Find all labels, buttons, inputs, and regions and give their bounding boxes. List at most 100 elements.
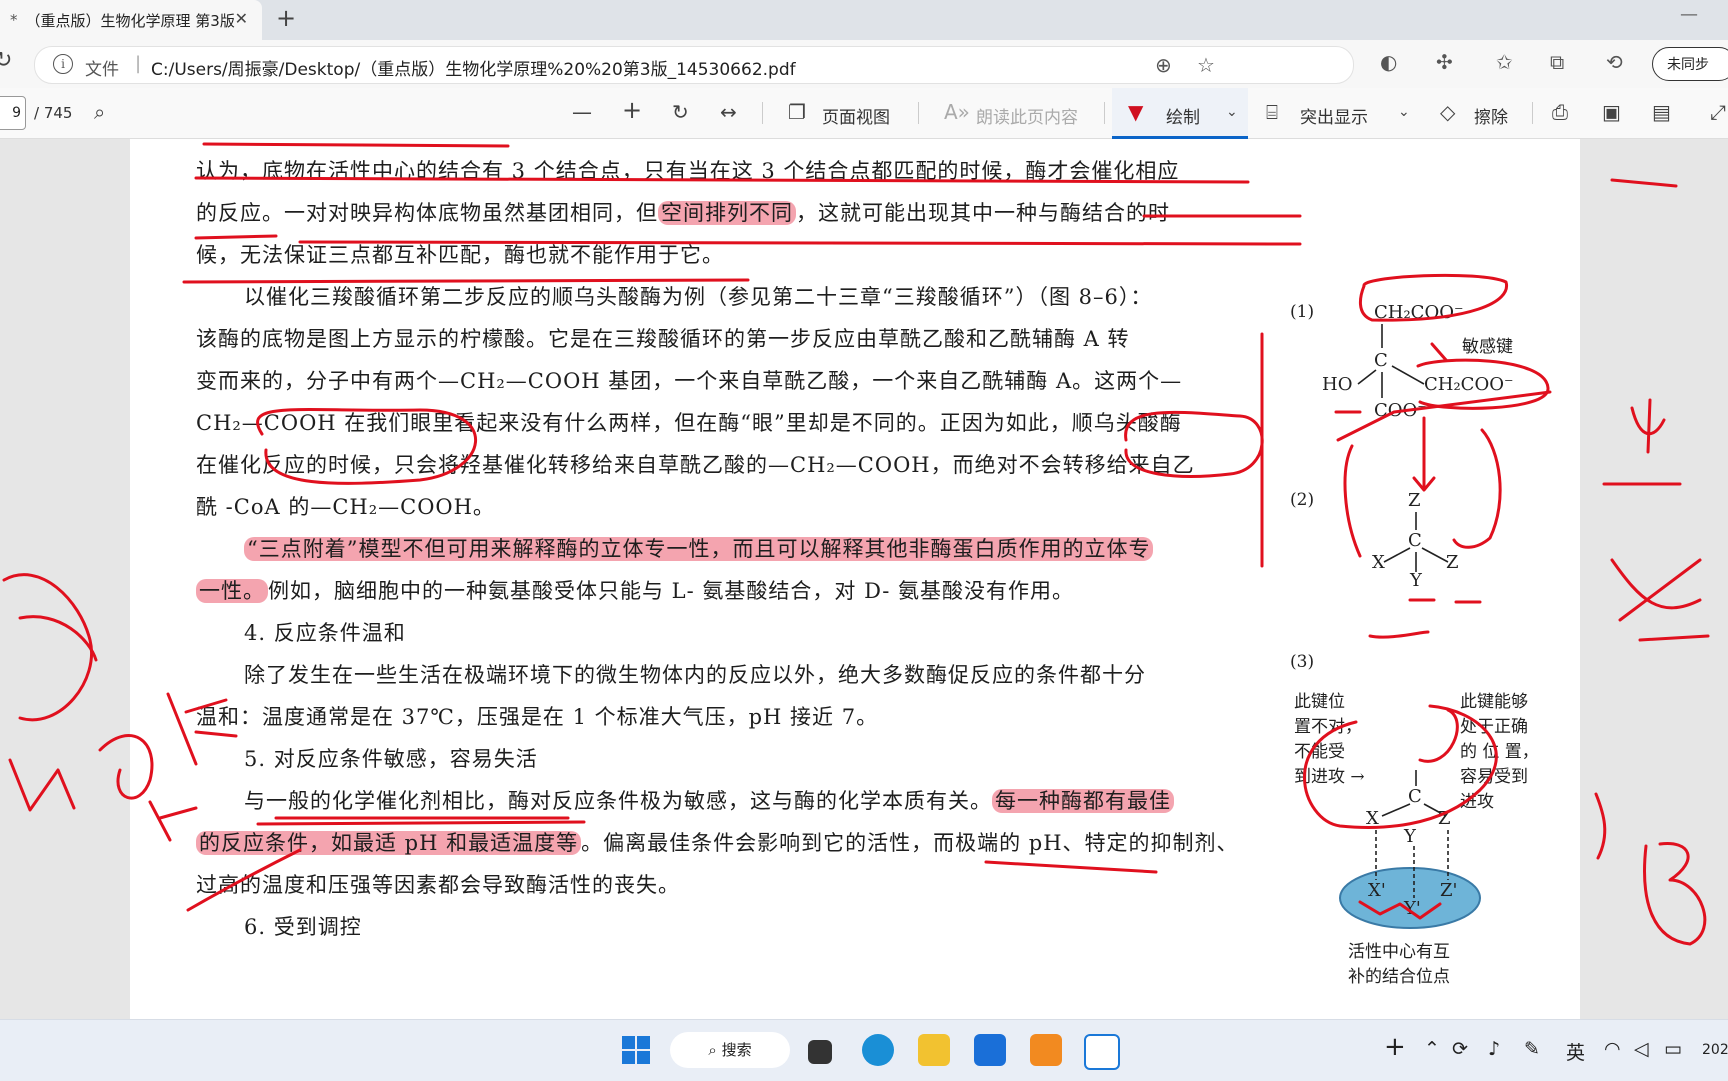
- chem-hydroxyl: HO: [1322, 374, 1353, 395]
- sensitive-bond-label: 敏感键: [1462, 337, 1513, 357]
- collections-icon[interactable]: ⧉: [1550, 50, 1564, 74]
- site-z-label: Z: [1438, 808, 1451, 829]
- text-line: 一性。 例如，脑细胞中的一种氨基酸受体只能与 L- 氨基酸结合，对 D- 氨基酸没…: [196, 575, 1074, 605]
- highlighted-text: 空间排列不同: [658, 201, 796, 225]
- file-label: 文件: [85, 60, 119, 80]
- save-as-icon[interactable]: ▤: [1652, 100, 1671, 124]
- caption-line: 到进攻 →: [1294, 767, 1365, 787]
- wifi-icon[interactable]: ◠: [1604, 1038, 1621, 1060]
- erase-button[interactable]: 擦除: [1474, 103, 1508, 128]
- divider: |: [135, 53, 142, 74]
- search-icon[interactable]: ⌕: [94, 100, 105, 124]
- extensions-icon[interactable]: ✣: [1436, 50, 1453, 74]
- task-view-icon[interactable]: [808, 1040, 832, 1064]
- plus-icon[interactable]: +: [1384, 1032, 1406, 1062]
- page-number-input[interactable]: 9: [0, 96, 26, 130]
- tetra-y: Y: [1410, 570, 1422, 591]
- start-icon[interactable]: [622, 1036, 650, 1064]
- taskbar-search[interactable]: ⌕ 搜索: [670, 1032, 790, 1068]
- page-view-button[interactable]: 页面视图: [822, 103, 890, 128]
- sync-button[interactable]: 未同步: [1652, 47, 1728, 81]
- caption-line: 处于正确: [1460, 717, 1528, 737]
- chevron-up-icon[interactable]: ⌃: [1424, 1038, 1440, 1060]
- info-icon[interactable]: i: [53, 54, 73, 74]
- highlighted-text: “三点附着”模型不但可用来解释酶的立体专一性，而且可以解释其他非酶蛋白质作用的立…: [244, 537, 1154, 561]
- chem-ch2coo-top: CH₂COO⁻: [1374, 302, 1464, 323]
- new-tab-icon[interactable]: +: [276, 4, 296, 32]
- tab-bar: * （重点版）生物化学原理 第3版 ✕ + —: [0, 0, 1728, 40]
- caption-line: 不能受: [1294, 742, 1345, 762]
- rotate-icon[interactable]: ↻: [672, 100, 689, 124]
- favorite-add-icon[interactable]: ☆: [1197, 53, 1215, 77]
- file-explorer-icon[interactable]: [918, 1034, 950, 1066]
- battery-icon[interactable]: ▭: [1664, 1038, 1682, 1060]
- expand-icon[interactable]: ⤢: [1710, 100, 1726, 124]
- text-line: 酰 -CoA 的—CH₂—COOH。: [196, 495, 495, 519]
- page-view-icon[interactable]: ❐: [788, 100, 806, 124]
- section-heading: 6. 受到调控: [244, 915, 362, 939]
- search-label: 搜索: [721, 1041, 752, 1059]
- read-aloud-icon: A»: [944, 100, 970, 124]
- text-span: ，这就可能出现其中一种与酶结合的时: [796, 201, 1170, 225]
- ime-indicator[interactable]: 英: [1566, 1038, 1585, 1065]
- bottom-caption: 活性中心有互 补的结合位点: [1348, 940, 1450, 990]
- favorites-icon[interactable]: ✩: [1496, 50, 1513, 74]
- site-c: C: [1408, 786, 1422, 807]
- sync-icon[interactable]: ⟳: [1452, 1038, 1468, 1060]
- chevron-down-icon[interactable]: ⌄: [1398, 104, 1410, 120]
- section-heading: 5. 对反应条件敏感，容易失活: [244, 747, 538, 771]
- divider: [918, 102, 919, 124]
- fit-width-icon[interactable]: ↔: [720, 100, 737, 124]
- edge-icon[interactable]: [862, 1034, 894, 1066]
- text-line: 与一般的化学催化剂相比，酶对反应条件极为敏感，这与酶的化学本质有关。 每一种酶都有…: [244, 785, 1174, 815]
- chem-ch2coo-mid: CH₂COO⁻: [1424, 374, 1514, 395]
- text-line: “三点附着”模型不但可用来解释酶的立体专一性，而且可以解释其他非酶蛋白质作用的立…: [244, 533, 1154, 563]
- chem-coo: COO⁻: [1374, 400, 1427, 421]
- minimize-icon[interactable]: —: [1680, 4, 1698, 25]
- app-icon[interactable]: [974, 1034, 1006, 1066]
- address-bar[interactable]: i 文件 | C:/Users/周振豪/Desktop/（重点版）生物化学原理%…: [34, 46, 1354, 84]
- text-span: 的反应。: [196, 201, 284, 225]
- highlighter-icon[interactable]: ⌸: [1266, 100, 1278, 124]
- text-line: 在催化反应的时候，只会将羟基催化转移给来自草酰乙酸的—CH₂—COOH，而绝对不…: [196, 453, 1195, 477]
- modified-indicator: *: [10, 11, 18, 29]
- chem-carbon: C: [1374, 350, 1388, 371]
- refresh-icon[interactable]: ↻: [0, 48, 12, 73]
- print-icon[interactable]: ⎙: [1552, 100, 1568, 124]
- tab-pdf[interactable]: * （重点版）生物化学原理 第3版 ✕: [0, 0, 262, 40]
- caption-line: 此键能够: [1460, 692, 1528, 712]
- tab-title: （重点版）生物化学原理 第3版: [25, 11, 235, 30]
- save-icon[interactable]: ▣: [1602, 100, 1621, 124]
- right-caption: 此键能够 处于正确 的 位 置， 容易受到 进攻: [1460, 690, 1539, 815]
- zoom-icon[interactable]: ⊕: [1155, 53, 1172, 77]
- volume-icon[interactable]: ◁: [1634, 1038, 1649, 1060]
- text-line: 以催化三羧酸循环第二步反应的顺乌头酸酶为例（参见第二十三章“三羧酸循环”）（图 …: [244, 285, 1153, 309]
- pen-icon[interactable]: ✎: [1524, 1038, 1540, 1060]
- text-span: 与一般的化学催化剂相比，酶对反应条件极为敏感，这与酶的化学本质有关。: [244, 789, 992, 813]
- performance-icon[interactable]: ◐: [1380, 50, 1397, 74]
- chevron-down-icon[interactable]: ⌄: [1226, 104, 1238, 120]
- site-x-label: X: [1366, 808, 1379, 829]
- clock-text: 202: [1702, 1042, 1728, 1058]
- eraser-icon[interactable]: ◇: [1440, 100, 1455, 124]
- draw-tool-tab[interactable]: ▼ 绘制 ⌄: [1112, 88, 1248, 139]
- url-text[interactable]: C:/Users/周振豪/Desktop/（重点版）生物化学原理%20%20第3…: [151, 55, 796, 80]
- app-icon[interactable]: [1030, 1034, 1062, 1066]
- highlighted-text: 的反应条件，如最适 pH 和最适温度等: [196, 831, 582, 855]
- divider: [1104, 102, 1105, 124]
- text-line: 候，无法保证三点都互补匹配，酶也就不能作用于它。: [196, 243, 724, 267]
- highlight-button[interactable]: 突出显示: [1300, 103, 1368, 128]
- microphone-icon[interactable]: ♪: [1488, 1038, 1500, 1060]
- caption-line: 容易受到: [1460, 767, 1528, 787]
- tetra-z: Z: [1408, 490, 1421, 511]
- draw-button: 绘制: [1166, 108, 1200, 128]
- history-icon[interactable]: ⟲: [1606, 50, 1623, 74]
- caption-line: 此键位: [1294, 692, 1345, 712]
- zoom-in-icon[interactable]: +: [622, 96, 642, 124]
- whiteboard-icon[interactable]: [1084, 1034, 1120, 1070]
- close-icon[interactable]: ✕: [235, 9, 248, 28]
- tetra-x: X: [1372, 552, 1385, 573]
- text-line: 的反应条件，如最适 pH 和最适温度等 。偏离最佳条件会影响到它的活性，而极端的 …: [196, 827, 1239, 857]
- zoom-out-icon[interactable]: —: [572, 100, 592, 124]
- read-aloud-button[interactable]: 朗读此页内容: [976, 103, 1078, 128]
